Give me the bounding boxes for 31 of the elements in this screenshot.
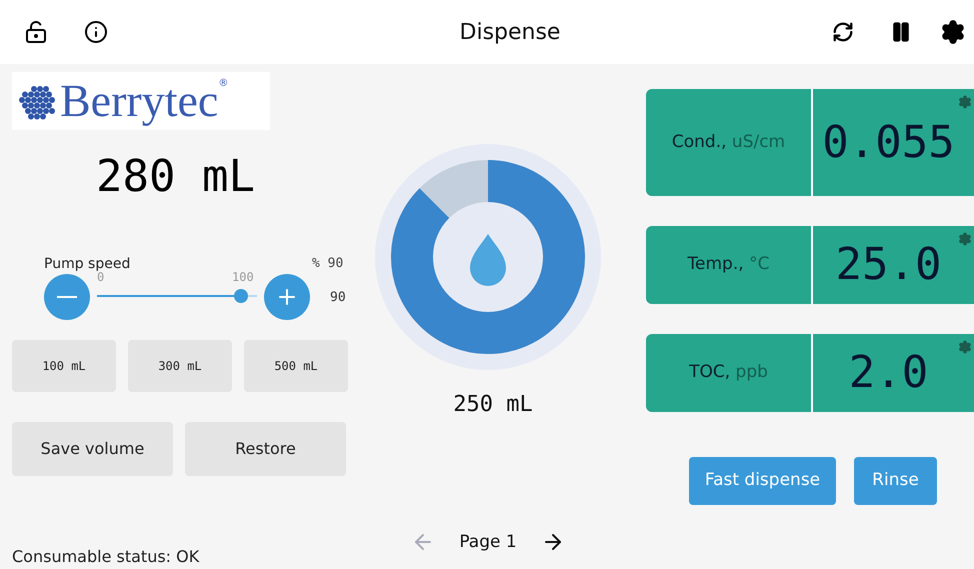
- reading-value: 25.0: [836, 238, 942, 292]
- gauge-reading: 250 mL: [453, 391, 533, 419]
- volume-value: 280 mL: [96, 151, 255, 202]
- decrease-button[interactable]: [44, 274, 90, 320]
- pump-speed-value: 90: [330, 289, 346, 307]
- screen-title: Dispense: [460, 20, 560, 44]
- reading-value: 0.055: [822, 116, 956, 170]
- action-button[interactable]: Save volume: [12, 422, 173, 476]
- pump-speed-unit: % 90: [312, 255, 344, 273]
- pause-icon[interactable]: [890, 21, 912, 43]
- increase-button[interactable]: [264, 274, 310, 320]
- info-icon[interactable]: [84, 20, 108, 44]
- preset-button[interactable]: 100 mL: [12, 340, 116, 392]
- page-label: Page 1: [459, 530, 517, 554]
- reading-label: Temp., °C: [688, 253, 770, 276]
- consumable-status: Consumable status: OK: [12, 547, 200, 566]
- slider-min-label: 0: [97, 270, 104, 286]
- minus-icon: [57, 296, 77, 298]
- reading-label: TOC, ppb: [689, 361, 768, 384]
- reading-value: 2.0: [848, 346, 930, 400]
- slider-max-label: 100: [232, 269, 254, 286]
- preset-button[interactable]: 300 mL: [128, 340, 232, 392]
- registered-mark: ®: [218, 77, 228, 91]
- unlocked-padlock-icon[interactable]: [24, 20, 48, 44]
- brand-name: Berrytec: [60, 78, 218, 124]
- pump-speed-label: Pump speed: [44, 255, 130, 272]
- slider-thumb[interactable]: [234, 289, 248, 303]
- action-button[interactable]: Restore: [185, 422, 346, 476]
- reading-label: Cond., uS/cm: [672, 130, 786, 154]
- refresh-icon[interactable]: [832, 21, 854, 43]
- preset-button[interactable]: 500 mL: [244, 340, 348, 392]
